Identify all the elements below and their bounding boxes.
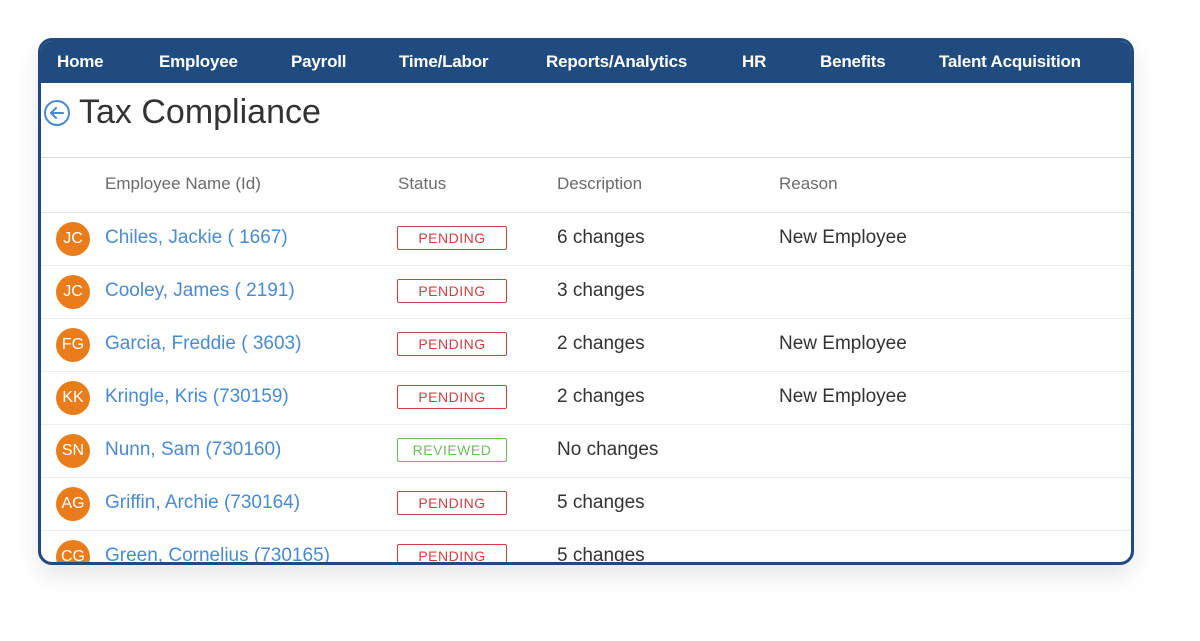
reason-cell: New Employee — [779, 333, 907, 354]
avatar: FG — [56, 328, 90, 362]
page-header: Tax Compliance — [41, 83, 1131, 158]
avatar: CG — [56, 540, 90, 562]
column-header-status[interactable]: Status — [398, 174, 446, 194]
employee-name-link[interactable]: Green, Cornelius (730165) — [105, 545, 330, 562]
column-header-name[interactable]: Employee Name (Id) — [105, 174, 261, 194]
page-title: Tax Compliance — [79, 93, 321, 131]
column-header-description[interactable]: Description — [557, 174, 642, 194]
description-cell: 3 changes — [557, 280, 645, 301]
employee-name-link[interactable]: Chiles, Jackie ( 1667) — [105, 227, 288, 249]
employee-name-link[interactable]: Garcia, Freddie ( 3603) — [105, 333, 301, 355]
nav-item-reports-analytics[interactable]: Reports/Analytics — [546, 41, 687, 83]
table-row[interactable]: CG Green, Cornelius (730165) PENDING 5 c… — [41, 531, 1131, 565]
table-row[interactable]: FG Garcia, Freddie ( 3603) PENDING 2 cha… — [41, 319, 1131, 372]
column-header-reason[interactable]: Reason — [779, 174, 838, 194]
avatar: KK — [56, 381, 90, 415]
status-badge: PENDING — [397, 226, 507, 250]
nav-item-hr[interactable]: HR — [742, 41, 766, 83]
nav-item-home[interactable]: Home — [57, 41, 104, 83]
avatar: AG — [56, 487, 90, 521]
app-window: Home Employee Payroll Time/Labor Reports… — [38, 38, 1134, 565]
reason-cell: New Employee — [779, 386, 907, 407]
status-badge: PENDING — [397, 332, 507, 356]
table-row[interactable]: SN Nunn, Sam (730160) REVIEWED No change… — [41, 425, 1131, 478]
arrow-left-circle-icon[interactable] — [43, 99, 71, 127]
status-badge: PENDING — [397, 385, 507, 409]
employee-name-link[interactable]: Griffin, Archie (730164) — [105, 492, 300, 514]
avatar: JC — [56, 222, 90, 256]
avatar: JC — [56, 275, 90, 309]
description-cell: 6 changes — [557, 227, 645, 248]
nav-item-talent-acquisition[interactable]: Talent Acquisition — [939, 41, 1081, 83]
description-cell: 2 changes — [557, 386, 645, 407]
status-badge: PENDING — [397, 544, 507, 562]
status-badge: PENDING — [397, 491, 507, 515]
employee-name-link[interactable]: Cooley, James ( 2191) — [105, 280, 295, 302]
top-nav: Home Employee Payroll Time/Labor Reports… — [41, 41, 1131, 83]
nav-item-employee[interactable]: Employee — [159, 41, 238, 83]
table-row[interactable]: JC Cooley, James ( 2191) PENDING 3 chang… — [41, 266, 1131, 319]
nav-item-benefits[interactable]: Benefits — [820, 41, 886, 83]
description-cell: 5 changes — [557, 492, 645, 513]
description-cell: No changes — [557, 439, 659, 460]
table-body: JC Chiles, Jackie ( 1667) PENDING 6 chan… — [41, 213, 1131, 565]
nav-item-time-labor[interactable]: Time/Labor — [399, 41, 489, 83]
table-row[interactable]: JC Chiles, Jackie ( 1667) PENDING 6 chan… — [41, 213, 1131, 266]
employee-name-link[interactable]: Kringle, Kris (730159) — [105, 386, 289, 408]
avatar: SN — [56, 434, 90, 468]
description-cell: 2 changes — [557, 333, 645, 354]
table-header: Employee Name (Id) Status Description Re… — [41, 158, 1131, 213]
employee-name-link[interactable]: Nunn, Sam (730160) — [105, 439, 281, 461]
reason-cell: New Employee — [779, 227, 907, 248]
nav-item-payroll[interactable]: Payroll — [291, 41, 346, 83]
status-badge: REVIEWED — [397, 438, 507, 462]
table-row[interactable]: KK Kringle, Kris (730159) PENDING 2 chan… — [41, 372, 1131, 425]
table-row[interactable]: AG Griffin, Archie (730164) PENDING 5 ch… — [41, 478, 1131, 531]
status-badge: PENDING — [397, 279, 507, 303]
description-cell: 5 changes — [557, 545, 645, 565]
